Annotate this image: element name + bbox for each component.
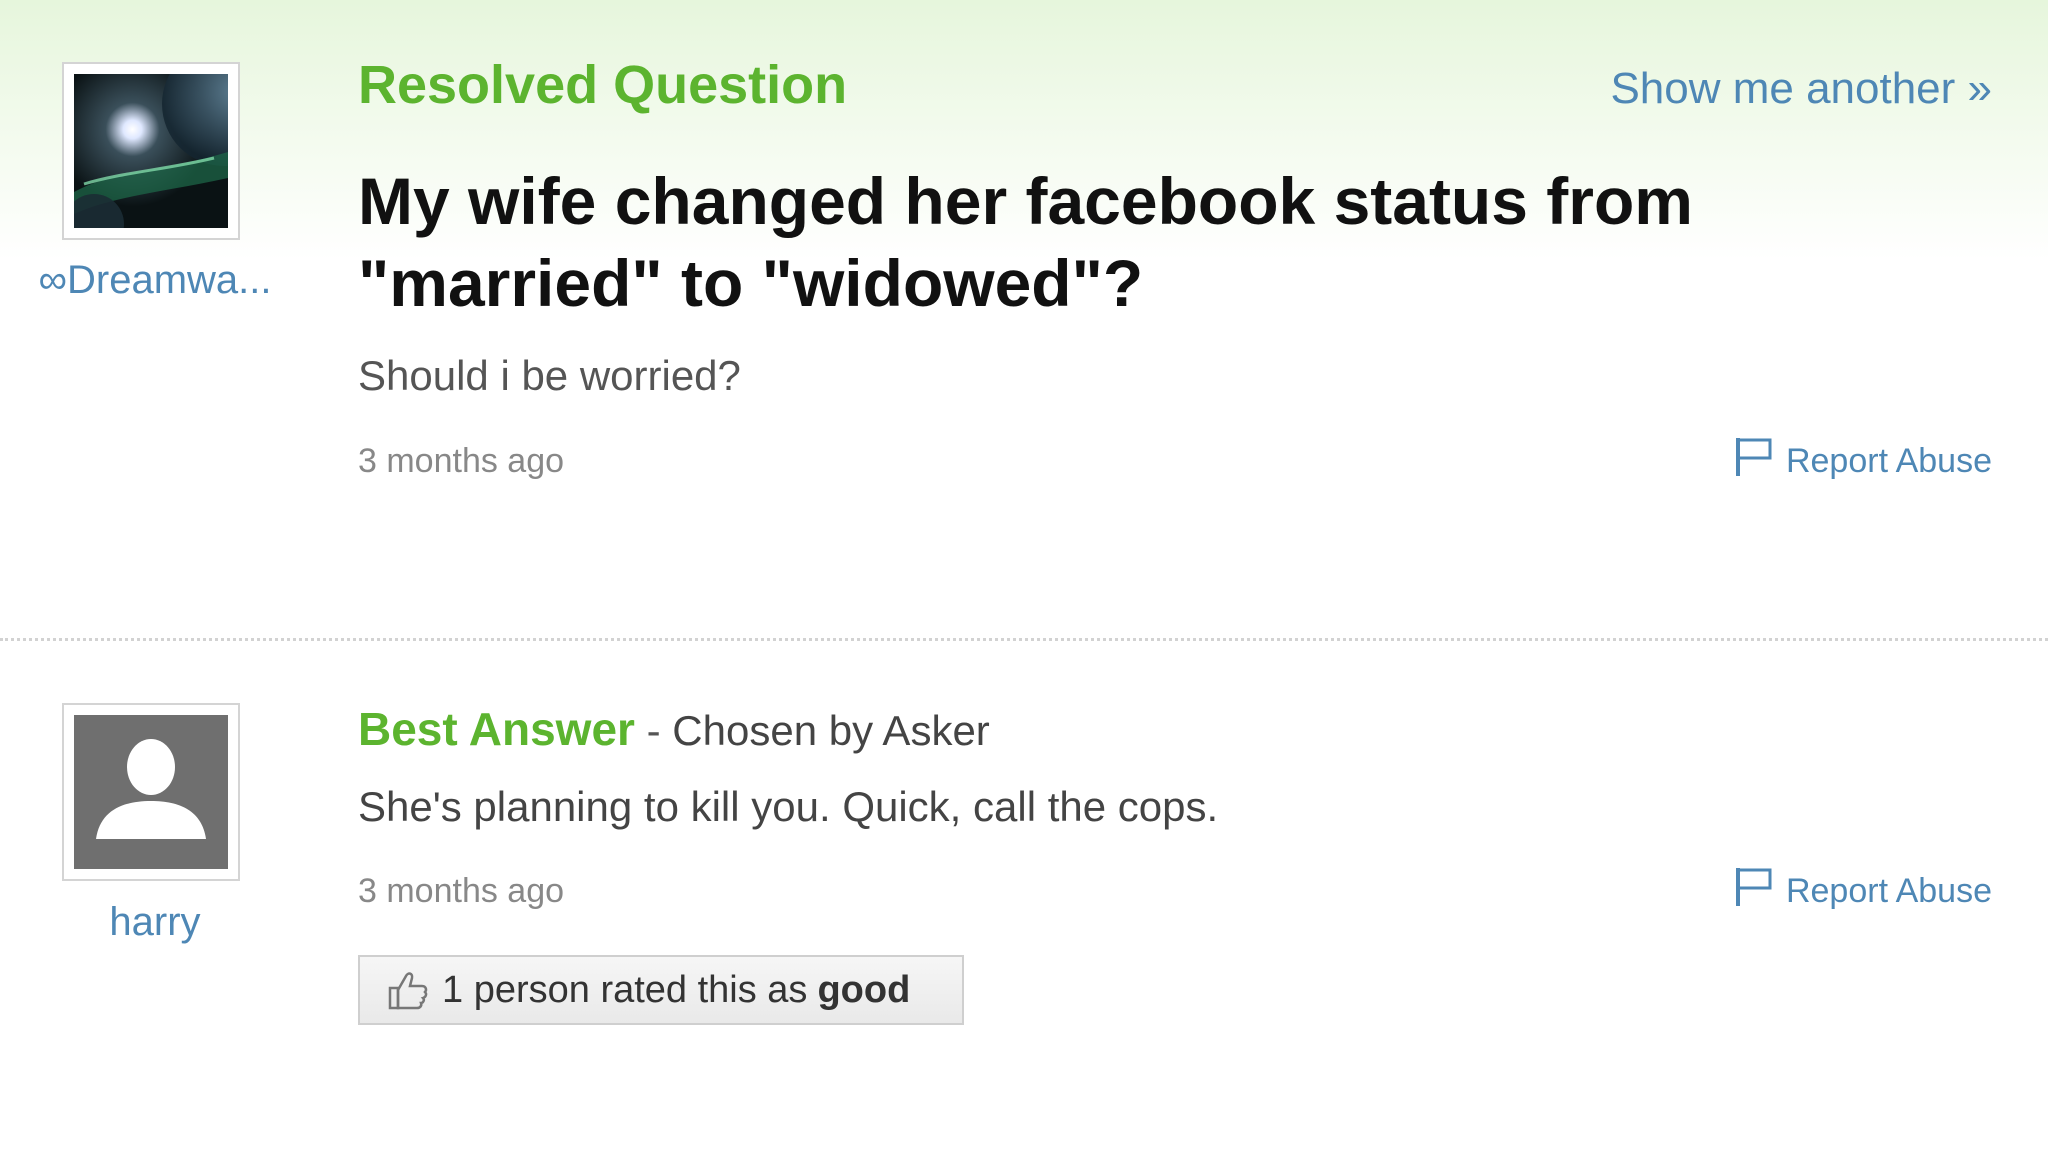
best-answer-line: Best Answer - Chosen by Asker (358, 702, 990, 756)
rating-word: good (817, 968, 911, 1011)
question-timestamp: 3 months ago (358, 442, 565, 480)
question-report-abuse-link[interactable]: Report Abuse (1734, 436, 1992, 487)
flag-icon (1734, 866, 1786, 917)
default-user-icon (74, 715, 228, 869)
question-details: Should i be worried? (358, 352, 741, 399)
best-answer-separator: - (634, 707, 673, 754)
answer-text: She's planning to kill you. Quick, call … (358, 783, 1219, 830)
answerer-avatar[interactable] (62, 703, 240, 881)
rating-box[interactable]: 1 person rated this as good (358, 955, 964, 1025)
question-title: My wife changed her facebook status from… (358, 164, 1693, 320)
best-answer-heading: Best Answer (358, 703, 635, 755)
report-abuse-label: Report Abuse (1785, 872, 1992, 910)
answerer-username[interactable]: harry (30, 900, 280, 945)
report-abuse-label: Report Abuse (1785, 442, 1992, 480)
chosen-by-asker-label: Chosen by Asker (672, 707, 990, 754)
answer-report-abuse-link[interactable]: Report Abuse (1734, 866, 1992, 917)
thumbs-up-icon (386, 968, 430, 1012)
resolved-question-heading: Resolved Question (358, 55, 848, 115)
rating-text: 1 person rated this as (442, 968, 808, 1011)
section-divider (0, 638, 2048, 641)
space-avatar-image (74, 74, 228, 228)
asker-username[interactable]: ∞Dreamwa... (30, 258, 280, 303)
flag-icon (1734, 436, 1786, 487)
answer-timestamp: 3 months ago (358, 872, 565, 910)
asker-avatar[interactable] (62, 62, 240, 240)
show-me-another-link[interactable]: Show me another » (1610, 64, 1992, 114)
